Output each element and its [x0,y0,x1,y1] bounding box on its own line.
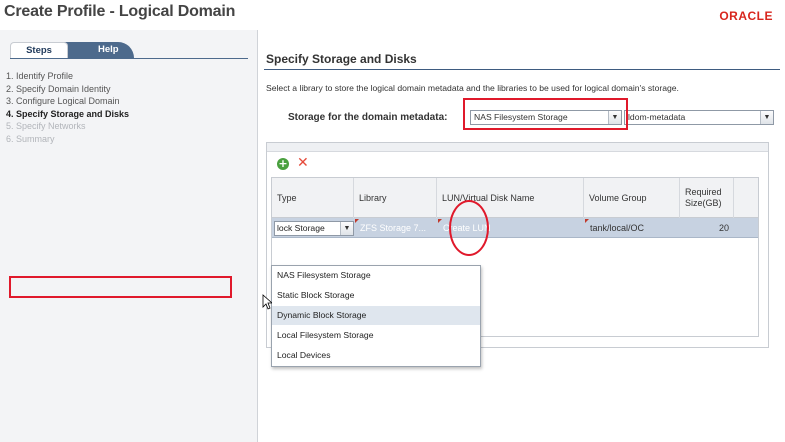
oracle-logo: ORACLE [719,9,773,23]
column-header-volume-group[interactable]: Volume Group [584,178,680,218]
step-identify-profile[interactable]: 1. Identify Profile [6,70,129,83]
required-marker [438,219,442,223]
instruction-text: Select a library to store the logical do… [266,83,679,93]
page-title: Create Profile - Logical Domain [4,3,236,20]
required-size-cell[interactable]: 20 [680,218,734,238]
table-toolbar: + ✕ [277,155,337,174]
option-dynamic-block-storage[interactable]: Dynamic Block Storage [272,306,480,325]
column-header-type[interactable]: Type [272,178,354,218]
type-select[interactable]: lock Storage ▼ [274,221,354,236]
highlight-box-metadata [463,98,628,130]
add-icon[interactable]: + [277,158,289,170]
step-specify-networks: 5. Specify Networks [6,121,86,131]
step-specify-domain-identity[interactable]: 2. Specify Domain Identity [6,83,129,96]
volume-group-cell[interactable]: tank/local/OC [584,218,680,238]
option-local-filesystem-storage[interactable]: Local Filesystem Storage [272,326,480,345]
volume-group-value: tank/local/OC [590,223,645,233]
section-title: Specify Storage and Disks [266,52,417,66]
metadata-library-select[interactable]: ldom-metadata ▼ [624,110,774,125]
mouse-cursor-icon [262,294,272,310]
title-bar: Create Profile - Logical Domain ORACLE [0,0,785,30]
required-marker [355,219,359,223]
library-value: ZFS Storage 7... [360,223,427,233]
chevron-down-icon[interactable]: ▼ [340,222,353,235]
step-summary: 6. Summary [6,133,55,144]
type-cell: lock Storage ▼ [272,218,354,238]
column-header-required-size[interactable]: Required Size(GB) [680,178,734,218]
library-cell[interactable]: ZFS Storage 7... [354,218,437,238]
step-configure-logical-domain[interactable]: 3. Configure Logical Domain [6,95,129,108]
chevron-down-icon[interactable]: ▼ [760,111,773,124]
table-header: Type Library LUN/Virtual Disk Name Volum… [272,178,758,218]
tab-help[interactable]: Help [58,42,134,58]
tab-steps[interactable]: Steps [10,42,68,58]
left-tabs: Help Steps [10,42,250,58]
metadata-storage-label: Storage for the domain metadata: [288,112,448,123]
table-row[interactable]: lock Storage ▼ ZFS Storage 7... Create L… [272,218,758,238]
option-nas-filesystem-storage[interactable]: NAS Filesystem Storage [272,266,480,285]
column-header-library[interactable]: Library [354,178,437,218]
steps-panel: Help Steps 1. Identify Profile 2. Specif… [0,30,257,442]
section-divider [264,69,780,70]
delete-icon[interactable]: ✕ [297,155,309,171]
step-specify-storage-and-disks: 4. Specify Storage and Disks [6,108,130,119]
option-static-block-storage[interactable]: Static Block Storage [272,286,480,305]
highlight-box-dynamic-block [9,276,232,298]
main-content: Specify Storage and Disks Select a libra… [258,30,785,442]
required-size-value: 20 [718,223,729,233]
steps-list: 1. Identify Profile 2. Specify Domain Id… [6,70,129,145]
option-local-devices[interactable]: Local Devices [272,346,480,365]
highlight-circle-size [449,200,489,256]
metadata-library-value: ldom-metadata [628,112,686,122]
type-dropdown-list: NAS Filesystem Storage Static Block Stor… [271,265,481,367]
panel-header [267,143,768,152]
required-marker [585,219,589,223]
type-select-value: lock Storage [277,223,325,233]
